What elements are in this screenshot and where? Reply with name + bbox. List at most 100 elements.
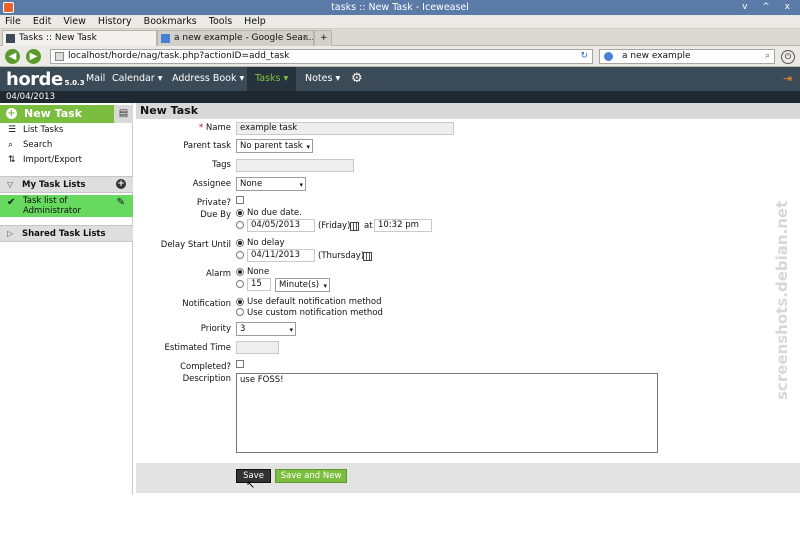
- horde-logo[interactable]: horde 5.0.3: [6, 69, 85, 90]
- due-label: Due By: [200, 210, 231, 220]
- estimated-input[interactable]: [236, 341, 279, 354]
- menubar: File Edit View History Bookmarks Tools Help: [0, 15, 800, 29]
- forward-button[interactable]: ▶: [26, 49, 41, 64]
- menu-address-book[interactable]: Address Book ▾: [172, 67, 244, 91]
- browser-icon: [3, 2, 14, 13]
- search-icon: ⌕: [8, 140, 14, 150]
- sidebar-item-import-export[interactable]: ⇅ Import/Export: [0, 153, 133, 168]
- menu-tasks[interactable]: Tasks ▾: [247, 67, 297, 91]
- description-label: Description: [182, 374, 231, 384]
- tags-input[interactable]: [236, 159, 354, 172]
- parent-select[interactable]: No parent task ▾: [236, 139, 313, 153]
- description-textarea[interactable]: use FOSS!: [236, 373, 658, 453]
- completed-checkbox[interactable]: [236, 360, 244, 368]
- navigation-bar: ◀ ▶ localhost/horde/nag/task.php?actionI…: [0, 46, 800, 67]
- clipboard-icon[interactable]: ▤: [114, 105, 133, 123]
- new-task-button[interactable]: + New Task ▤: [0, 105, 133, 123]
- due-date-radio[interactable]: [236, 221, 244, 229]
- due-date-input[interactable]: 04/05/2013: [247, 219, 315, 232]
- url-bar[interactable]: localhost/horde/nag/task.php?actionID=ad…: [50, 49, 593, 64]
- due-at-text: at: [364, 221, 373, 231]
- window-titlebar: tasks :: New Task - Iceweasel v ^ x: [0, 0, 800, 15]
- sidebar: + New Task ▤ ☰ List Tasks ⌕ Search ⇅ Import…: [0, 103, 133, 495]
- private-checkbox[interactable]: [236, 196, 244, 204]
- delay-date-input[interactable]: 04/11/2013: [247, 249, 315, 262]
- add-list-icon[interactable]: +: [116, 179, 126, 189]
- delay-date-radio[interactable]: [236, 251, 244, 259]
- notify-custom-radio[interactable]: [236, 308, 244, 316]
- watermark: screenshots.debian.net: [773, 200, 791, 400]
- completed-label: Completed?: [180, 362, 231, 372]
- sidebar-item-search[interactable]: ⌕ Search: [0, 138, 133, 153]
- window-title: tasks :: New Task - Iceweasel: [331, 2, 469, 13]
- notify-default-radio[interactable]: [236, 298, 244, 306]
- menu-file[interactable]: File: [5, 16, 21, 27]
- tab-google[interactable]: a new example - Google Sear... x: [157, 30, 314, 46]
- horde-appbar: horde 5.0.3 Mail Calendar ▾ Address Book …: [0, 67, 800, 91]
- back-button[interactable]: ◀: [5, 49, 20, 64]
- name-label: * Name: [198, 123, 231, 133]
- page-icon: [55, 52, 64, 61]
- sidebar-item-task-list[interactable]: ✔ Task list of Administrator ✎: [0, 195, 133, 217]
- menu-view[interactable]: View: [63, 16, 86, 27]
- menu-mail[interactable]: Mail: [86, 67, 105, 91]
- alarm-on-radio[interactable]: [236, 280, 244, 288]
- date-bar: 04/04/2013: [0, 91, 800, 103]
- plus-icon: +: [6, 108, 17, 119]
- reload-icon[interactable]: ↻: [580, 50, 588, 63]
- gear-icon[interactable]: ⚙: [351, 67, 363, 91]
- import-icon: ⇅: [8, 155, 16, 165]
- tab-tasks[interactable]: Tasks :: New Task: [2, 30, 157, 46]
- due-none-text: No due date.: [247, 208, 302, 218]
- search-text: a new example: [622, 51, 691, 61]
- shared-task-lists-header[interactable]: ▷ Shared Task Lists: [0, 225, 133, 242]
- due-time-input[interactable]: 10:32 pm: [374, 219, 432, 232]
- menu-edit[interactable]: Edit: [33, 16, 51, 27]
- plus-icon: +: [320, 33, 328, 43]
- name-input[interactable]: example task: [236, 122, 454, 135]
- tab-bar: Tasks :: New Task a new example - Google…: [0, 29, 800, 46]
- horde-favicon-icon: [6, 34, 15, 43]
- alarm-none-text: None: [247, 267, 270, 277]
- delay-day-text: (Thursday): [318, 251, 365, 261]
- priority-label: Priority: [200, 324, 231, 334]
- task-form: New Task * Name example task Parent task…: [134, 103, 800, 495]
- search-input[interactable]: a new example ⌕: [599, 49, 775, 64]
- sidebar-item-list-tasks[interactable]: ☰ List Tasks: [0, 123, 133, 138]
- checkmark-icon: ✔: [7, 197, 16, 208]
- new-task-label: New Task: [24, 107, 83, 120]
- close-tab-icon[interactable]: x: [304, 31, 309, 46]
- window-controls[interactable]: v ^ x: [742, 0, 796, 15]
- search-icon[interactable]: ⌕: [765, 50, 770, 63]
- power-icon[interactable]: ⏻: [781, 50, 795, 64]
- form-footer: Save Save and New ↖: [136, 463, 800, 493]
- menu-calendar[interactable]: Calendar ▾: [112, 67, 163, 91]
- chevron-down-icon: ▽: [7, 180, 14, 189]
- pencil-icon[interactable]: ✎: [117, 198, 125, 208]
- notify-custom-text: Use custom notification method: [247, 308, 383, 318]
- tags-label: Tags: [212, 160, 231, 170]
- due-day-text: (Friday): [318, 221, 351, 231]
- menu-history[interactable]: History: [98, 16, 132, 27]
- menu-tools[interactable]: Tools: [209, 16, 232, 27]
- search-engine-icon[interactable]: [604, 52, 613, 61]
- menu-notes[interactable]: Notes ▾: [305, 67, 340, 91]
- logout-icon[interactable]: ⇥: [783, 67, 792, 91]
- chevron-right-icon: ▷: [7, 229, 14, 238]
- delay-label: Delay Start Until: [160, 240, 231, 250]
- due-none-radio[interactable]: [236, 209, 244, 217]
- priority-select[interactable]: 3 ▾: [236, 322, 296, 336]
- calendar-icon[interactable]: [350, 222, 359, 231]
- assignee-select[interactable]: None ▾: [236, 177, 306, 191]
- new-tab-button[interactable]: +: [314, 30, 332, 46]
- alarm-none-radio[interactable]: [236, 268, 244, 276]
- alarm-unit-select[interactable]: Minute(s) ▾: [275, 278, 330, 292]
- delay-none-radio[interactable]: [236, 239, 244, 247]
- calendar-icon[interactable]: [363, 252, 372, 261]
- alarm-amount-input[interactable]: 15: [247, 278, 271, 291]
- menu-help[interactable]: Help: [244, 16, 266, 27]
- my-task-lists-header[interactable]: ▽ My Task Lists +: [0, 176, 133, 193]
- url-text: localhost/horde/nag/task.php?actionID=ad…: [68, 51, 290, 61]
- menu-bookmarks[interactable]: Bookmarks: [144, 16, 197, 27]
- save-and-new-button[interactable]: Save and New: [275, 469, 347, 483]
